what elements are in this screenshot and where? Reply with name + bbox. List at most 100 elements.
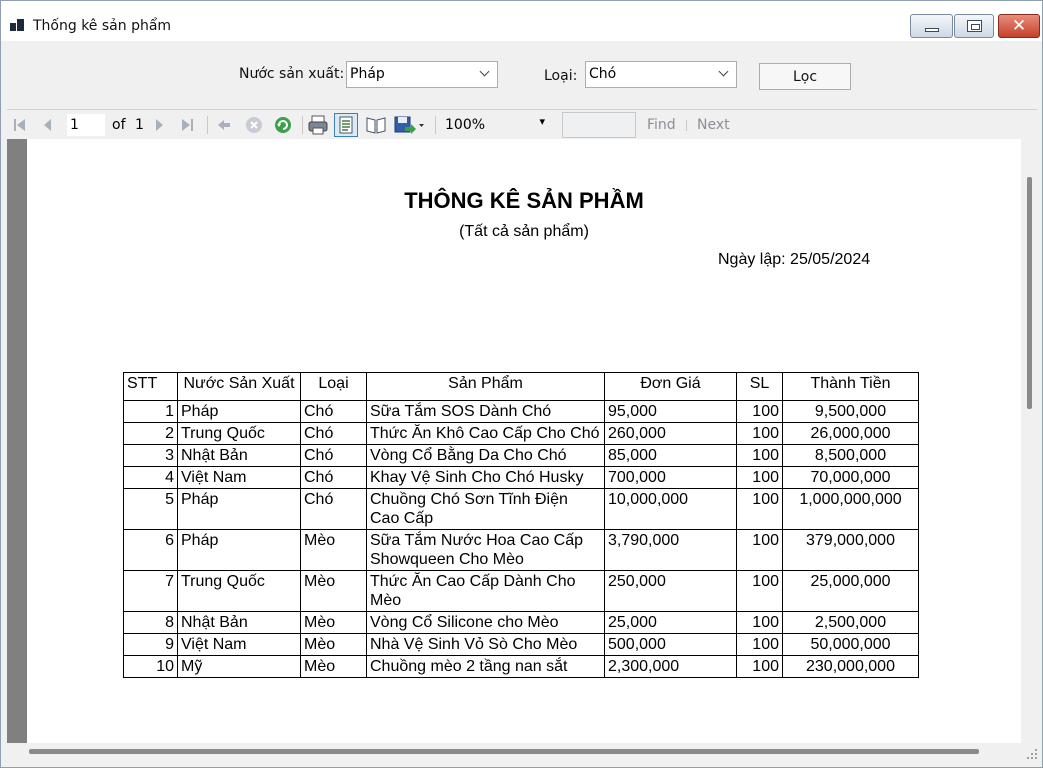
- next-page-icon[interactable]: [150, 116, 168, 134]
- table-cell: 1,000,000,000: [782, 488, 919, 530]
- table-cell: 100: [736, 444, 783, 467]
- table-cell: 8,500,000: [782, 444, 919, 467]
- table-cell: 2: [123, 422, 178, 445]
- table-cell: 3,790,000: [604, 529, 737, 571]
- table-row: 5 Pháp Chó Chuồng Chó Sơn Tĩnh Điện Cao Cấp…: [123, 488, 919, 530]
- table-cell: Chó: [300, 444, 367, 467]
- table-cell: Việt Nam: [177, 633, 301, 656]
- table-cell: 7: [123, 570, 178, 612]
- minimize-button[interactable]: [910, 14, 953, 38]
- table-body: 1 Pháp Chó Sữa Tắm SOS Dành Chó 95,000 100 9,5…: [123, 400, 919, 678]
- report-viewer[interactable]: THÔNG KÊ SẢN PHẦM (Tất cả sản phẩm) Ngày…: [7, 139, 1037, 743]
- last-page-icon[interactable]: [178, 116, 196, 134]
- table-cell: 10: [123, 655, 178, 678]
- zoom-value: 100%: [445, 117, 486, 133]
- chevron-down-icon: [479, 66, 491, 80]
- table-cell: Nhật Bản: [177, 444, 301, 467]
- table-row: 1 Pháp Chó Sữa Tắm SOS Dành Chó 95,000 100 9,5…: [123, 400, 919, 423]
- table-cell: 2,500,000: [782, 611, 919, 634]
- table-row: 8 Nhật Bản Mèo Vòng Cổ Silicone cho Mèo 25,0…: [123, 611, 919, 634]
- column-header: Đơn Giá: [604, 372, 737, 401]
- table-cell: 25,000,000: [782, 570, 919, 612]
- zoom-select[interactable]: 100% ▾: [441, 114, 551, 136]
- vertical-scrollbar[interactable]: [1021, 139, 1037, 743]
- table-cell: 50,000,000: [782, 633, 919, 656]
- table-cell: 2,300,000: [604, 655, 737, 678]
- resize-grip-icon[interactable]: [1025, 747, 1039, 761]
- table-cell: Nhà Vệ Sinh Vỏ Sò Cho Mèo: [366, 633, 605, 656]
- table-cell: Mỹ: [177, 655, 301, 678]
- find-next-button[interactable]: Next: [697, 117, 730, 133]
- table-cell: Sữa Tắm SOS Dành Chó: [366, 400, 605, 423]
- toolbar-separator: [302, 116, 303, 134]
- export-icon[interactable]: [392, 113, 426, 137]
- toolbar-separator: [686, 120, 687, 131]
- print-layout-icon[interactable]: [334, 113, 358, 137]
- table-cell: 100: [736, 488, 783, 530]
- table-cell: Vòng Cổ Silicone cho Mèo: [366, 611, 605, 634]
- maximize-button[interactable]: [954, 14, 994, 38]
- window-title: Thống kê sản phẩm: [33, 18, 172, 34]
- previous-page-icon[interactable]: [39, 116, 57, 134]
- table-cell: 100: [736, 633, 783, 656]
- country-select-value: Pháp: [350, 66, 385, 82]
- table-cell: 9: [123, 633, 178, 656]
- page-number-input[interactable]: [67, 114, 105, 136]
- type-label: Loại:: [544, 68, 578, 84]
- table-cell: 8: [123, 611, 178, 634]
- chevron-down-icon: [718, 66, 730, 80]
- toolbar-separator: [435, 116, 436, 134]
- table-cell: 100: [736, 400, 783, 423]
- table-cell: Mèo: [300, 633, 367, 656]
- page-setup-icon[interactable]: [364, 113, 388, 137]
- table-cell: 70,000,000: [782, 466, 919, 489]
- page-of-label: of: [112, 117, 126, 133]
- table-cell: Mèo: [300, 570, 367, 612]
- table-cell: Việt Nam: [177, 466, 301, 489]
- close-button[interactable]: ✕: [998, 14, 1040, 38]
- table-cell: Thức Ăn Cao Cấp Dành Cho Mèo: [366, 570, 605, 612]
- close-icon: ✕: [1011, 16, 1027, 36]
- table-cell: Nhật Bản: [177, 611, 301, 634]
- type-select-value: Chó: [589, 66, 617, 82]
- horizontal-scroll-thumb[interactable]: [29, 749, 979, 754]
- app-icon: [10, 18, 26, 34]
- stop-icon[interactable]: [245, 116, 263, 134]
- title-bar[interactable]: Thống kê sản phẩm ✕: [1, 1, 1042, 41]
- back-icon[interactable]: [215, 116, 233, 134]
- table-cell: Khay Vệ Sinh Cho Chó Husky: [366, 466, 605, 489]
- table-cell: Pháp: [177, 488, 301, 530]
- table-cell: 1: [123, 400, 178, 423]
- table-cell: Mèo: [300, 655, 367, 678]
- find-button[interactable]: Find: [647, 117, 676, 133]
- report-date: Ngày lập: 25/05/2024: [718, 251, 871, 268]
- table-cell: Vòng Cổ Bằng Da Cho Chó: [366, 444, 605, 467]
- first-page-icon[interactable]: [11, 116, 29, 134]
- table-cell: Chuồng Chó Sơn Tĩnh Điện Cao Cấp: [366, 488, 605, 530]
- print-icon[interactable]: [306, 113, 330, 137]
- refresh-icon[interactable]: [274, 116, 292, 134]
- report-table: STT Nước Sản Xuất Loại Sản Phẩm Đơn Giá …: [123, 372, 919, 678]
- report-page: THÔNG KÊ SẢN PHẦM (Tất cả sản phẩm) Ngày…: [27, 139, 1021, 743]
- table-row: 10 Mỹ Mèo Chuồng mèo 2 tầng nan sắt 2,300,00…: [123, 655, 919, 678]
- table-cell: 4: [123, 466, 178, 489]
- country-select[interactable]: Pháp: [346, 61, 498, 88]
- find-input[interactable]: [562, 112, 636, 138]
- table-cell: Chó: [300, 422, 367, 445]
- horizontal-scrollbar[interactable]: [7, 743, 1037, 761]
- page-total: 1: [135, 117, 144, 133]
- table-cell: Trung Quốc: [177, 570, 301, 612]
- type-select[interactable]: Chó: [585, 61, 737, 88]
- table-cell: 85,000: [604, 444, 737, 467]
- table-cell: 100: [736, 422, 783, 445]
- report-subtitle: (Tất cả sản phẩm): [459, 223, 589, 240]
- table-cell: 95,000: [604, 400, 737, 423]
- table-cell: 100: [736, 611, 783, 634]
- table-cell: Chuồng mèo 2 tầng nan sắt: [366, 655, 605, 678]
- filter-button[interactable]: Lọc: [759, 63, 851, 90]
- report-toolbar: of 1 100% ▾: [7, 109, 1037, 139]
- table-cell: 500,000: [604, 633, 737, 656]
- table-cell: Mèo: [300, 611, 367, 634]
- vertical-scroll-thumb[interactable]: [1027, 177, 1032, 409]
- table-cell: Chó: [300, 488, 367, 530]
